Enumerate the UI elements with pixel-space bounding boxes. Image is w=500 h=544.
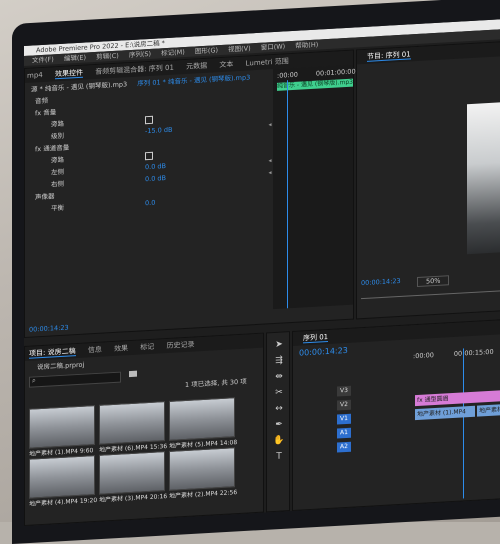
tools-panel: ➤ ⇶ ⇹ ✂ ↔ ✒ ✋ T [266,331,290,513]
search-input[interactable]: ⌕ [29,371,121,388]
tab-history[interactable]: 历史记录 [167,340,195,350]
menu-marker[interactable]: 标记(M) [161,48,185,57]
title-clip[interactable]: fx 通型圆眉 [415,390,500,407]
right-value[interactable]: 0.0 dB [145,173,166,185]
selection-count: 1 项已选择, 共 30 项 [185,377,247,389]
menu-view[interactable]: 视图(V) [228,44,251,53]
effect-controls-panel: mp4 效果控件 音频剪辑混合器: 序列 01 元数据 文本 Lumetri 范… [24,49,356,338]
tab-program[interactable]: 节目: 序列 01 [367,50,411,62]
pen-tool-icon[interactable]: ✒ [273,418,285,431]
ripple-edit-tool-icon[interactable]: ⇹ [273,370,285,383]
left-value[interactable]: 0.0 dB [145,161,166,173]
menu-window[interactable]: 窗口(W) [261,42,286,51]
menu-help[interactable]: 帮助(H) [295,41,318,50]
tab-effect-controls[interactable]: 效果控件 [54,68,83,80]
tab-sequence[interactable]: 序列 01 [303,332,329,344]
thumb-6[interactable] [169,447,235,491]
folder-icon[interactable] [129,370,137,378]
tab-markers[interactable]: 标记 [140,343,154,352]
track-select-tool-icon[interactable]: ⇶ [273,354,285,367]
menu-sequence[interactable]: 序列(S) [129,50,151,59]
track-target-v1[interactable]: V1 [337,413,351,425]
thumb-5[interactable] [99,451,165,495]
tab-audio-mixer[interactable]: 音频剪辑混合器: 序列 01 [95,64,174,76]
level-value[interactable]: -15.0 dB [145,125,172,138]
program-monitor: 节目: 序列 01 00:00:14:23 50% [356,41,500,320]
thumb-2[interactable] [99,401,165,445]
razor-tool-icon[interactable]: ✂ [273,386,285,399]
menu-graphics[interactable]: 图形(G) [195,46,218,55]
type-tool-icon[interactable]: T [273,450,285,463]
thumb-3[interactable] [169,397,235,441]
menu-file[interactable]: 文件(F) [32,55,54,64]
track-target-v3[interactable]: V3 [337,385,351,397]
search-icon: ⌕ [32,376,36,385]
track-target-v2[interactable]: V2 [337,399,351,411]
program-video-frame[interactable] [467,101,500,255]
selection-tool-icon[interactable]: ➤ [273,338,285,351]
effect-playhead[interactable] [287,80,288,309]
tab-left-fragment[interactable]: mp4 [27,71,43,80]
slip-tool-icon[interactable]: ↔ [273,402,285,415]
menu-clip[interactable]: 剪辑(C) [96,52,119,61]
tab-project[interactable]: 项目: 说房二稿 [29,347,76,359]
effect-timeline-area[interactable] [273,64,353,310]
tab-info[interactable]: 信息 [88,346,102,355]
bypass-checkbox[interactable] [145,115,153,125]
bypass2-checkbox[interactable] [145,151,153,161]
tab-text[interactable]: 文本 [219,60,233,69]
menu-edit[interactable]: 编辑(E) [64,54,86,63]
timeline-playhead[interactable] [463,348,464,499]
hand-tool-icon[interactable]: ✋ [273,434,285,447]
project-panel: 项目: 说房二稿 信息 效果 标记 历史记录 说房二稿.prproj ⌕ 1 项… [24,332,264,526]
track-target-a2[interactable]: A2 [337,441,351,453]
tab-effects[interactable]: 效果 [114,344,128,353]
premiere-window: Adobe Premiere Pro 2022 - E:\说房二稿 * 文件(F… [24,19,500,527]
track-target-a1[interactable]: A1 [337,427,351,439]
video-clip-1[interactable]: 地产素材 (1).MP4 [415,405,475,421]
balance-value[interactable]: 0.0 [145,198,155,210]
thumb-1[interactable] [29,405,95,449]
tab-metadata[interactable]: 元数据 [186,62,207,71]
thumb-4[interactable] [29,455,95,499]
tab-lumetri[interactable]: Lumetri 范围 [246,57,289,67]
program-scrubber[interactable] [361,290,500,306]
timeline-panel: 序列 01 00:00:14:23 :00:00 00:00:15:00 V3 V… [292,319,500,512]
program-zoom[interactable]: 50% [417,275,457,288]
video-clip-2[interactable]: 地产素材 [477,404,500,417]
